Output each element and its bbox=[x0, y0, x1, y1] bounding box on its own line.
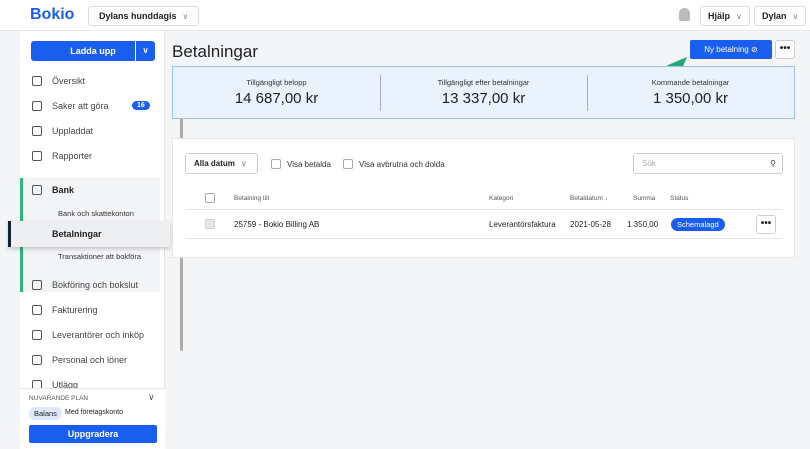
plan-panel: NUVARANDE PLAN ∨ Balans Med företagskont… bbox=[20, 388, 165, 449]
col-sum[interactable]: Summa bbox=[633, 195, 655, 202]
sidebar-item-suppliers[interactable]: Leverantörer och inköp bbox=[32, 330, 144, 340]
todo-badge: 16 bbox=[132, 101, 150, 110]
stat-value: 14 687,00 kr bbox=[234, 90, 319, 107]
sidebar-item-bank[interactable]: Bank bbox=[32, 185, 74, 195]
label: Visa avbrutna och dolda bbox=[359, 159, 445, 169]
bar-chart-icon bbox=[32, 151, 42, 161]
label: Leverantörer och inköp bbox=[52, 330, 145, 340]
sidebar-item-reports[interactable]: Rapporter bbox=[32, 151, 92, 161]
col-status[interactable]: Status bbox=[670, 195, 688, 202]
label: Bank bbox=[52, 185, 75, 195]
stat-label: Kommande betalningar bbox=[651, 78, 730, 87]
top-bar: Bokio Dylans hunddagis ∨ Hjälp ∨ Dylan ∨ bbox=[0, 0, 810, 31]
checkbox[interactable] bbox=[343, 159, 353, 169]
link-icon: ⊘ bbox=[751, 45, 758, 54]
company-name: Dylans hunddagis bbox=[99, 11, 177, 21]
date: 2021-05-28 bbox=[570, 220, 611, 229]
stat-label: Tillgängligt efter betalningar bbox=[437, 78, 530, 87]
book-icon bbox=[32, 280, 42, 290]
label: Översikt bbox=[52, 76, 86, 86]
chevron-down-icon[interactable]: ∨ bbox=[148, 392, 155, 403]
sidebar-subitem-payments[interactable]: Betalningar bbox=[8, 221, 170, 247]
stat-available: Tillgängligt belopp 14 687,00 kr bbox=[173, 67, 380, 118]
sidebar-item-invoicing[interactable]: Fakturering bbox=[32, 305, 98, 315]
search-placeholder: Sök bbox=[642, 159, 656, 168]
person-icon bbox=[32, 355, 42, 365]
calendar-icon bbox=[32, 101, 42, 111]
logo[interactable]: Bokio bbox=[30, 6, 74, 24]
search-icon[interactable]: ⚲ bbox=[770, 154, 776, 173]
plan-badge: Balans bbox=[29, 407, 62, 420]
folder-icon bbox=[32, 126, 42, 136]
sidebar-item-uploaded[interactable]: Uppladdat bbox=[32, 126, 93, 136]
plan-title: NUVARANDE PLAN bbox=[29, 395, 89, 402]
label: Fakturering bbox=[52, 305, 98, 315]
search-input[interactable]: Sök ⚲ bbox=[633, 153, 783, 174]
inbox-icon bbox=[32, 330, 42, 340]
page-title: Betalningar bbox=[172, 42, 259, 61]
col-date[interactable]: Betaldatum ↓ bbox=[570, 195, 608, 202]
chevron-down-icon: ∨ bbox=[240, 159, 247, 168]
payee: 25759 - Bokio Billing AB bbox=[234, 220, 320, 229]
sidebar-subitem-transactions[interactable]: Transaktioner att bokföra bbox=[58, 252, 141, 261]
table-row[interactable]: 25759 - Bokio Billing AB Leverantörsfakt… bbox=[185, 209, 783, 239]
help-button[interactable]: Hjälp ∨ bbox=[700, 6, 750, 26]
col-category[interactable]: Kategori bbox=[489, 195, 513, 202]
show-paid-checkbox[interactable]: Visa betalda bbox=[271, 159, 331, 169]
stat-after-payments: Tillgängligt efter betalningar 13 337,00 … bbox=[380, 67, 587, 118]
home-icon bbox=[32, 76, 42, 86]
row-more-button[interactable]: ••• bbox=[756, 215, 776, 234]
label: Visa betalda bbox=[287, 159, 331, 169]
label: Personal och löner bbox=[52, 355, 128, 365]
sidebar-item-bookkeeping[interactable]: Bokföring och bokslut bbox=[32, 280, 138, 290]
label: Uppladdat bbox=[52, 126, 94, 136]
col-payee[interactable]: Betalning till bbox=[234, 195, 269, 202]
status-badge: Schemalagd bbox=[671, 218, 725, 231]
chevron-down-icon: ∨ bbox=[792, 12, 799, 21]
stat-label: Tillgängligt belopp bbox=[246, 78, 307, 87]
sidebar-item-overview[interactable]: Översikt bbox=[32, 76, 85, 86]
category: Leverantörsfaktura bbox=[489, 220, 556, 229]
new-payment-label: Ny betalning bbox=[704, 45, 749, 54]
payments-card: Alla datum ∨ Visa betalda Visa avbrutna o… bbox=[172, 138, 795, 258]
company-selector[interactable]: Dylans hunddagis ∨ bbox=[88, 6, 200, 26]
chevron-down-icon[interactable]: ∨ bbox=[135, 41, 155, 61]
new-payment-button[interactable]: Ny betalning ⊘ bbox=[690, 40, 772, 59]
stat-upcoming: Kommande betalningar 1 350,00 kr bbox=[587, 67, 794, 118]
label: Rapporter bbox=[52, 151, 93, 161]
date-filter-dropdown[interactable]: Alla datum ∨ bbox=[185, 153, 258, 174]
bell-icon[interactable] bbox=[679, 8, 690, 21]
user-label: Dylan bbox=[762, 11, 787, 21]
upload-label: Ladda upp bbox=[70, 46, 116, 56]
row-checkbox[interactable] bbox=[205, 219, 215, 229]
invoice-icon bbox=[32, 305, 42, 315]
select-all-checkbox[interactable] bbox=[205, 193, 215, 203]
bank-icon bbox=[32, 185, 42, 195]
user-menu-button[interactable]: Dylan ∨ bbox=[754, 6, 807, 26]
show-cancelled-checkbox[interactable]: Visa avbrutna och dolda bbox=[343, 159, 445, 169]
chevron-down-icon: ∨ bbox=[182, 12, 189, 21]
balance-summary: Tillgängligt belopp 14 687,00 kr Tillgäng… bbox=[172, 66, 795, 119]
help-label: Hjälp bbox=[708, 11, 731, 21]
stat-value: 13 337,00 kr bbox=[441, 90, 526, 107]
upload-button[interactable]: Ladda upp ∨ bbox=[31, 41, 155, 61]
sum: 1 350,00 bbox=[627, 220, 659, 229]
plan-desc: Med företagskonto bbox=[65, 409, 123, 416]
chevron-down-icon: ∨ bbox=[736, 12, 742, 21]
sidebar-subitem-bank-accounts[interactable]: Bank och skattekonton bbox=[58, 209, 134, 218]
stat-value: 1 350,00 kr bbox=[652, 90, 729, 107]
sidebar-item-todo[interactable]: Saker att göra bbox=[32, 101, 109, 111]
label: Saker att göra bbox=[52, 101, 109, 111]
date-filter-label: Alla datum bbox=[194, 159, 235, 168]
upgrade-button[interactable]: Uppgradera bbox=[29, 425, 157, 443]
label: Bokföring och bokslut bbox=[52, 280, 139, 290]
checkbox[interactable] bbox=[271, 159, 281, 169]
more-options-button[interactable]: ••• bbox=[775, 40, 795, 59]
sidebar-item-payroll[interactable]: Personal och löner bbox=[32, 355, 127, 365]
